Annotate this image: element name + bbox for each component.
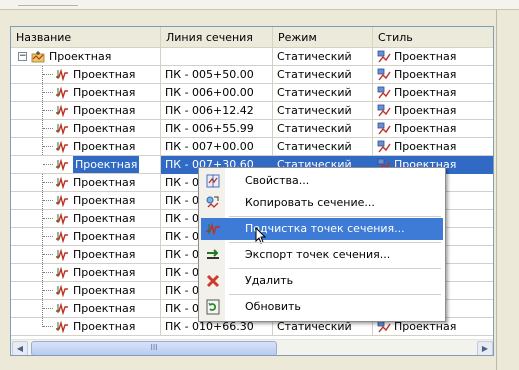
collapse-toggle-icon[interactable]: −	[18, 52, 27, 61]
menu-separator	[229, 242, 441, 243]
menu-item-clean-section-points[interactable]: Подчистка точек сечения...	[201, 218, 443, 244]
properties-icon	[205, 173, 221, 189]
section-icon	[55, 230, 69, 244]
scroll-right-button[interactable]: ▶	[477, 341, 493, 355]
row-mode: Статический	[277, 140, 352, 153]
scroll-left-button[interactable]: ◀	[12, 341, 28, 355]
section-icon	[55, 86, 69, 100]
section-icon	[55, 266, 69, 280]
root-name: Проектная	[49, 50, 112, 63]
row-mode: Статический	[277, 86, 352, 99]
section-icon	[55, 284, 69, 298]
table-row[interactable]: Проектная ПК - 006+12.42 Статический Проект…	[11, 102, 493, 120]
scroll-thumb[interactable]: III	[31, 341, 277, 355]
section-icon	[55, 248, 69, 262]
row-style: Проектная	[394, 86, 457, 99]
row-name: Проектная	[73, 176, 136, 189]
row-name: Проектная	[73, 68, 136, 81]
top-toolbar-strip	[0, 0, 519, 10]
list-header: Название Линия сечения Режим Стиль	[11, 27, 493, 48]
style-icon	[377, 122, 391, 135]
section-icon	[55, 122, 69, 136]
menu-item-refresh[interactable]: Обновить	[201, 296, 443, 318]
refresh-icon	[205, 299, 221, 315]
row-section-line: ПК - 005+50.00	[165, 68, 254, 81]
row-name: Проектная	[73, 194, 136, 207]
section-icon	[55, 140, 69, 154]
menu-item-properties[interactable]: Свойства...	[201, 170, 443, 192]
row-style: Проектная	[394, 140, 457, 153]
row-mode: Статический	[277, 68, 352, 81]
row-style: Проектная	[394, 104, 457, 117]
section-icon	[55, 194, 69, 208]
style-icon	[377, 50, 391, 63]
section-icon	[55, 320, 69, 334]
table-row[interactable]: Проектная ПК - 006+55.99 Статический Проект…	[11, 120, 493, 138]
context-menu: Свойства... Копировать сечение... Подчистк…	[198, 167, 446, 322]
table-row[interactable]: Проектная ПК - 007+00.00 Статический Проект…	[11, 138, 493, 156]
row-section-line: ПК - 007+00.00	[165, 140, 254, 153]
menu-item-label: Экспорт точек сечения...	[245, 248, 391, 261]
row-name: Проектная	[73, 320, 136, 333]
delete-x-icon	[205, 273, 221, 289]
row-section-line: ПК - 006+55.99	[165, 122, 254, 135]
table-row[interactable]: Проектная ПК - 006+00.00 Статический Проект…	[11, 84, 493, 102]
row-section-line: ПК - 006+12.42	[165, 104, 254, 117]
row-name: Проектная	[73, 122, 136, 135]
column-header-mode[interactable]: Режим	[273, 27, 373, 48]
menu-item-copy-section[interactable]: Копировать сечение...	[201, 192, 443, 214]
row-name: Проектная	[73, 248, 136, 261]
section-icon	[55, 158, 69, 172]
right-edge-strip	[496, 10, 519, 370]
root-mode: Статический	[277, 50, 352, 63]
row-name: Проектная	[73, 140, 136, 153]
row-mode: Статический	[277, 104, 352, 117]
copy-section-icon	[205, 195, 221, 211]
menu-item-export-section-points[interactable]: Экспорт точек сечения...	[201, 244, 443, 266]
section-icon	[55, 212, 69, 226]
section-icon	[55, 176, 69, 190]
menu-item-label: Обновить	[245, 300, 301, 313]
menu-item-label: Подчистка точек сечения...	[245, 222, 405, 235]
export-arrow-icon	[205, 247, 221, 263]
row-name: Проектная	[73, 230, 136, 243]
menu-item-label: Удалить	[245, 274, 294, 287]
style-icon	[377, 140, 391, 153]
menu-separator	[229, 216, 441, 217]
section-icon	[55, 68, 69, 82]
style-icon	[377, 104, 391, 117]
column-header-name[interactable]: Название	[11, 27, 161, 48]
row-name: Проектная	[71, 156, 141, 173]
style-icon	[377, 68, 391, 81]
row-section-line: ПК - 006+00.00	[165, 86, 254, 99]
row-name: Проектная	[73, 86, 136, 99]
section-icon	[55, 104, 69, 118]
row-style: Проектная	[394, 122, 457, 135]
row-mode: Статический	[277, 122, 352, 135]
column-header-section-line[interactable]: Линия сечения	[161, 27, 273, 48]
menu-item-label: Копировать сечение...	[245, 196, 375, 209]
horizontal-scrollbar[interactable]: ◀ III ▶	[11, 339, 493, 355]
row-name: Проектная	[73, 266, 136, 279]
section-group-icon	[31, 50, 45, 63]
row-name: Проектная	[73, 104, 136, 117]
section-icon	[55, 302, 69, 316]
menu-separator	[229, 268, 441, 269]
row-name: Проектная	[73, 284, 136, 297]
root-style: Проектная	[394, 50, 457, 63]
table-row[interactable]: Проектная ПК - 005+50.00 Статический Проект…	[11, 66, 493, 84]
menu-item-label: Свойства...	[245, 174, 310, 187]
row-name: Проектная	[73, 212, 136, 225]
menu-item-delete[interactable]: Удалить	[201, 270, 443, 292]
column-header-style[interactable]: Стиль	[373, 27, 493, 48]
style-icon	[377, 86, 391, 99]
menu-separator	[229, 294, 441, 295]
tree-root-row[interactable]: − Проектная Статический Проектная	[11, 48, 493, 66]
row-name: Проектная	[73, 302, 136, 315]
row-style: Проектная	[394, 68, 457, 81]
section-line-icon	[205, 221, 221, 237]
